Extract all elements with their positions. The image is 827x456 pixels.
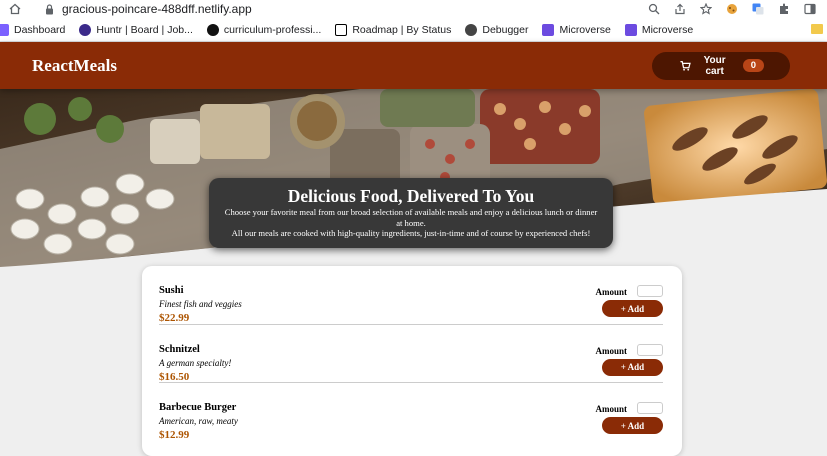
- meal-list: Sushi Finest fish and veggies $22.99 Amo…: [159, 266, 663, 442]
- meal-name: Sushi: [159, 285, 184, 296]
- amount-label: Amount: [595, 404, 627, 414]
- bookmarks-bar: Dashboard Huntr | Board | Job... curricu…: [0, 18, 827, 42]
- bookmark-huntr[interactable]: Huntr | Board | Job...: [79, 23, 193, 36]
- bookmark-microverse-1[interactable]: Microverse: [542, 23, 611, 36]
- microverse-favicon-icon: [542, 23, 555, 36]
- amount-input[interactable]: [637, 285, 663, 297]
- dashboard-favicon-icon: [0, 23, 9, 36]
- cart-count-badge: 0: [742, 59, 764, 72]
- meal-description: A german specialty!: [159, 357, 232, 368]
- amount-label: Amount: [595, 287, 627, 297]
- url-field[interactable]: gracious-poincare-488dff.netlify.app: [62, 2, 252, 16]
- summary-text-1: Choose your favorite meal from our broad…: [224, 207, 598, 228]
- zoom-icon[interactable]: [647, 2, 661, 16]
- add-button[interactable]: + Add: [602, 417, 663, 434]
- cart-icon: [680, 60, 691, 71]
- meal-description: American, raw, meaty: [159, 416, 238, 426]
- meal-item-schnitzel: Schnitzel A german specialty! $16.50 Amo…: [159, 325, 663, 383]
- cart-button[interactable]: Your cart 0: [652, 51, 790, 80]
- meal-item-sushi: Sushi Finest fish and veggies $22.99 Amo…: [159, 266, 663, 325]
- extension-cookie-icon[interactable]: [725, 2, 739, 16]
- add-button[interactable]: + Add: [602, 358, 663, 376]
- huntr-favicon-icon: [79, 23, 92, 36]
- brand-title: ReactMeals: [32, 55, 117, 75]
- amount-label: Amount: [595, 345, 627, 356]
- meal-name: Barbecue Burger: [159, 402, 237, 413]
- microverse-favicon-icon: [624, 23, 637, 36]
- add-button[interactable]: + Add: [602, 300, 663, 317]
- meals-summary: Delicious Food, Delivered To You Choose …: [209, 178, 613, 248]
- amount-input[interactable]: [637, 402, 663, 414]
- globe-icon: [465, 23, 478, 36]
- browser-address-bar: gracious-poincare-488dff.netlify.app: [0, 0, 827, 18]
- extensions-puzzle-icon[interactable]: [777, 2, 791, 16]
- meal-price: $22.99: [159, 312, 190, 324]
- meal-description: Finest fish and veggies: [159, 299, 242, 309]
- bookmark-dashboard[interactable]: Dashboard: [0, 23, 65, 36]
- bookmark-curriculum[interactable]: curriculum-professi...: [206, 23, 321, 36]
- summary-text-2: All our meals are cooked with high-quali…: [231, 228, 591, 238]
- summary-title: Delicious Food, Delivered To You: [287, 186, 535, 206]
- app-header: ReactMeals Your cart 0: [0, 42, 827, 89]
- translate-icon[interactable]: [751, 2, 765, 16]
- meal-price: $16.50: [159, 370, 190, 383]
- meal-item-barbecue-burger: Barbecue Burger American, raw, meaty $12…: [159, 383, 663, 442]
- lock-icon[interactable]: [42, 0, 56, 18]
- bookmark-microverse-2[interactable]: Microverse: [624, 23, 693, 36]
- meal-name: Schnitzel: [159, 343, 200, 355]
- meals-card: Sushi Finest fish and veggies $22.99 Amo…: [142, 266, 682, 456]
- home-icon[interactable]: [6, 0, 24, 18]
- github-icon: [206, 23, 219, 36]
- share-icon[interactable]: [673, 2, 687, 16]
- bookmark-roadmap[interactable]: Roadmap | By Status: [335, 23, 451, 36]
- notion-icon: [335, 23, 348, 36]
- sidebar-icon[interactable]: [803, 2, 817, 16]
- cart-label: Your cart: [703, 54, 726, 77]
- star-icon[interactable]: [699, 2, 713, 16]
- folder-icon[interactable]: [811, 24, 823, 34]
- meal-price: $12.99: [159, 429, 190, 441]
- amount-input[interactable]: [637, 343, 663, 356]
- bookmark-debugger[interactable]: Debugger: [465, 23, 528, 36]
